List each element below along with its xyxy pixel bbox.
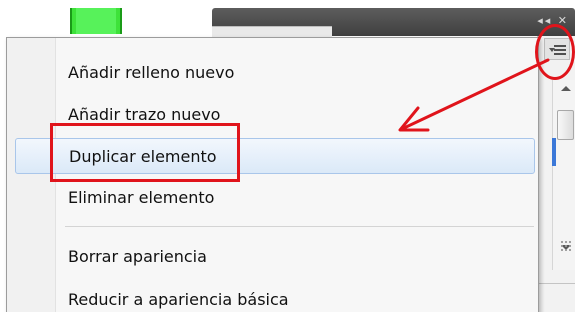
panel-tab-strip: [212, 26, 332, 37]
canvas-green-object: [70, 8, 122, 34]
menu-item-clear-appearance[interactable]: Borrar apariencia: [15, 239, 535, 275]
menu-item-label: Añadir trazo nuevo: [68, 105, 221, 124]
highlight-circle-annotation: [535, 24, 575, 80]
scroll-up-icon[interactable]: [561, 86, 571, 91]
scroll-thumb[interactable]: [557, 110, 574, 140]
menu-item-add-fill[interactable]: Añadir relleno nuevo: [15, 55, 535, 91]
highlight-box-annotation: [50, 123, 240, 182]
panel-divider: [537, 283, 575, 284]
menu-item-label: Eliminar elemento: [68, 188, 215, 207]
menu-item-label: Añadir relleno nuevo: [68, 63, 235, 82]
canvas-green-fill: [76, 8, 116, 34]
menu-item-delete[interactable]: Eliminar elemento: [15, 180, 535, 216]
menu-item-label: Borrar apariencia: [68, 247, 207, 266]
panel-selection-indicator: [552, 138, 556, 166]
resize-grip-icon[interactable]: [560, 240, 572, 252]
panel-scrollbar[interactable]: [552, 80, 575, 270]
menu-item-reduce-basic[interactable]: Reducir a apariencia básica: [15, 282, 535, 312]
menu-separator: [65, 226, 534, 227]
menu-item-label: Reducir a apariencia básica: [68, 290, 289, 309]
